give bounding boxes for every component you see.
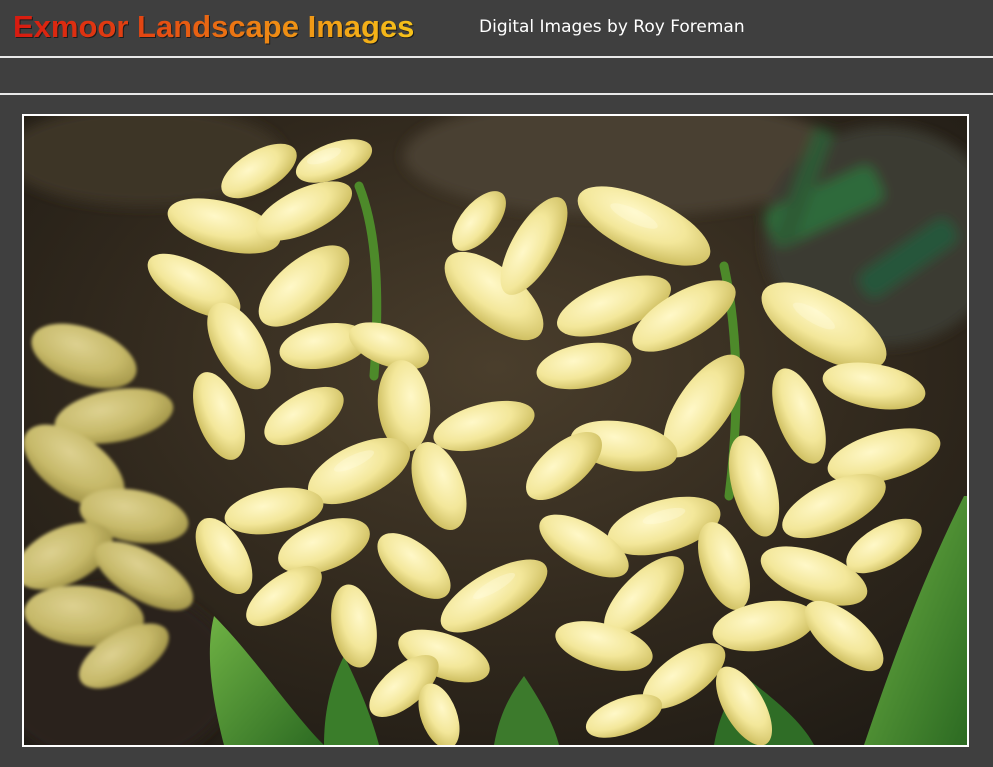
navigation-bar	[0, 60, 993, 95]
page: Exmoor Landscape Images Digital Images b…	[0, 0, 993, 767]
site-subtitle: Digital Images by Roy Foreman	[479, 17, 745, 37]
site-header: Exmoor Landscape Images Digital Images b…	[0, 0, 993, 58]
hyacinth-photo	[24, 116, 967, 745]
photo-frame	[22, 114, 969, 747]
site-title[interactable]: Exmoor Landscape Images	[13, 8, 414, 46]
